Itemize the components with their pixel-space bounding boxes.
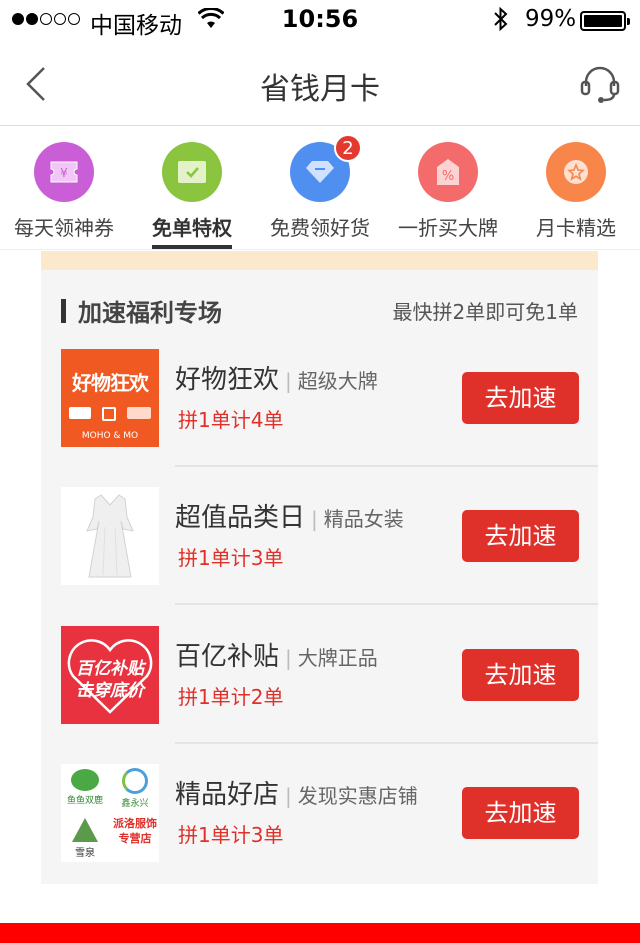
item-name: 好物狂欢 [175,365,280,395]
accelerate-button[interactable]: 去加速 [462,510,579,562]
accelerate-welfare-panel: 加速福利专场 最快拼2单即可免1单 好物狂欢 MOHO & MO 好物狂欢 | 超级… [41,251,598,884]
tab-label: 每天领神券 [14,216,114,240]
battery-icon [580,11,630,31]
bottom-banner-bar [0,923,640,943]
section-marker [61,299,66,323]
tab-label: 免费领好货 [270,216,370,240]
tab-free-order[interactable]: 免单特权 [128,128,256,249]
tab-label: 免单特权 [152,216,232,240]
shop-label: 雪泉 [75,848,95,859]
tab-monthly-picks[interactable]: 月卡精选 [512,128,640,249]
item-count: 拼1单计4单 [178,408,284,432]
item-subtitle: 大牌正品 [297,646,378,670]
accelerate-button[interactable]: 去加速 [462,787,579,839]
item-thumbnail: 好物狂欢 MOHO & MO [61,349,159,447]
thumb-subtitle: 击穿底价 [76,681,144,701]
section-note: 最快拼2单即可免1单 [392,300,578,324]
item-thumbnail: 鱼鱼双鹿 鑫永兴 雪泉 派洛服饰专营店 [61,764,159,862]
list-item[interactable]: 超值品类日 | 精品女装 拼1单计3单 去加速 [41,487,598,625]
divider [175,465,598,467]
accelerate-button[interactable]: 去加速 [462,372,579,424]
shop-label: 鱼鱼双鹿 [66,796,103,806]
tab-brand-discount[interactable]: % 一折买大牌 [384,128,512,249]
item-subtitle: 精品女装 [323,507,404,531]
tab-label: 月卡精选 [536,216,616,240]
shop-logo-icon [71,769,99,791]
tab-label: 一折买大牌 [398,216,498,240]
status-bar: 中国移动 10:56 99% [0,0,640,40]
item-thumbnail: 百亿补贴 击穿底价 [61,626,159,724]
brand-logos [69,407,151,423]
item-name: 超值品类日 [175,503,306,533]
shop-logo-icon [122,768,148,794]
percent-tag-icon: % [418,142,478,202]
shop-logo: 鱼鱼双鹿 [61,764,109,812]
shop-logo: 鑫永兴 [111,764,159,812]
category-tabs: ¥ 每天领神券 免单特权 2 免费领好货 % 一折买大牌 月卡精选 [0,128,640,250]
item-name: 百亿补贴 [175,642,280,672]
shop-logo: 雪泉 [61,814,109,862]
thumb-title: 好物狂欢 [72,371,149,395]
white-dress-image [86,494,134,578]
tab-daily-coupons[interactable]: ¥ 每天领神券 [0,128,128,249]
item-thumbnail [61,487,159,585]
thumb-brand: MOHO & MO [81,431,139,441]
divider [175,742,598,744]
coupon-icon: ¥ [34,142,94,202]
item-count: 拼1单计3单 [178,546,284,570]
customer-service-headset-icon[interactable] [578,62,622,106]
promo-strip [41,251,598,270]
battery-percent: 99% [525,6,577,32]
bluetooth-icon [494,6,508,32]
active-tab-indicator [152,245,232,249]
item-name: 精品好店 [175,780,280,810]
svg-text:¥: ¥ [60,166,68,180]
notification-badge: 2 [334,134,362,162]
section-header: 加速福利专场 最快拼2单即可免1单 [41,287,598,331]
svg-text:%: % [442,169,454,184]
nav-bar: 省钱月卡 [0,40,640,126]
shop-label: 鑫永兴 [121,799,149,809]
list-item[interactable]: 好物狂欢 MOHO & MO 好物狂欢 | 超级大牌 拼1单计4单 去加速 [41,349,598,487]
item-subtitle: 超级大牌 [297,369,378,393]
page-title: 省钱月卡 [260,72,380,107]
item-count: 拼1单计2单 [178,685,284,709]
item-subtitle: 发现实惠店铺 [297,784,418,808]
mountain-logo-icon [72,818,98,842]
checkmark-icon [162,142,222,202]
divider [175,603,598,605]
section-title: 加速福利专场 [78,299,222,327]
list-item[interactable]: 百亿补贴 击穿底价 百亿补贴 | 大牌正品 拼1单计2单 去加速 [41,626,598,764]
shop-label: 派洛服饰专营店 [113,817,157,845]
accelerate-button[interactable]: 去加速 [462,649,579,701]
list-item[interactable]: 鱼鱼双鹿 鑫永兴 雪泉 派洛服饰专营店 精品好店 | 发现实惠店铺 拼1单计3单 去… [41,764,598,902]
tab-free-goods[interactable]: 2 免费领好货 [256,128,384,249]
item-count: 拼1单计3单 [178,823,284,847]
star-badge-icon [546,142,606,202]
